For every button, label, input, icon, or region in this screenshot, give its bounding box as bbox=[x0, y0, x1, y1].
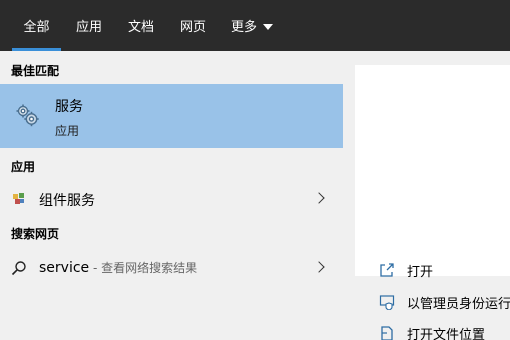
best-match-title: 服务 bbox=[55, 99, 83, 115]
preview-area bbox=[355, 65, 510, 276]
search-tab-bar: 全部 应用 文档 网页 更多 bbox=[0, 0, 510, 51]
tab-web[interactable]: 网页 bbox=[170, 0, 216, 51]
best-match-item[interactable]: 服务 应用 bbox=[0, 84, 343, 148]
tab-documents-label: 文档 bbox=[127, 20, 154, 35]
run-as-admin-label: 以管理员身份运行 bbox=[407, 297, 510, 312]
open-label: 打开 bbox=[407, 265, 434, 280]
tab-web-label: 网页 bbox=[179, 20, 206, 35]
preview-panel: 打开 以管理员身份运行 打开文件位置 bbox=[343, 51, 510, 340]
results-panel: 最佳匹配 服务 应用 应用 组件服务 搜索网页 service - 查看网络搜索… bbox=[0, 51, 343, 340]
web-search-result[interactable]: service - 查看网络搜索结果 bbox=[0, 250, 343, 286]
web-search-header: 搜索网页 bbox=[11, 227, 60, 241]
web-search-hint: - 查看网络搜索结果 bbox=[89, 261, 198, 275]
component-services-icon bbox=[13, 193, 24, 204]
file-location-icon bbox=[381, 326, 393, 340]
run-as-admin-icon bbox=[379, 295, 395, 310]
search-icon bbox=[11, 261, 26, 276]
web-search-query: service bbox=[39, 260, 90, 276]
app-result-label: 组件服务 bbox=[39, 193, 95, 209]
chevron-down-icon bbox=[263, 23, 273, 30]
best-match-header: 最佳匹配 bbox=[11, 64, 60, 78]
open-file-location-label: 打开文件位置 bbox=[407, 328, 486, 340]
web-search-text: service - 查看网络搜索结果 bbox=[39, 259, 197, 276]
open-icon bbox=[380, 263, 394, 277]
app-result-component-services[interactable]: 组件服务 bbox=[0, 181, 343, 217]
best-match-subtitle: 应用 bbox=[55, 124, 80, 138]
tab-more-label: 更多 bbox=[230, 20, 257, 35]
tab-apps[interactable]: 应用 bbox=[66, 0, 112, 51]
chevron-right-icon[interactable] bbox=[313, 261, 325, 273]
services-gear-icon bbox=[16, 104, 39, 127]
tab-more[interactable]: 更多 bbox=[222, 0, 282, 51]
tab-documents[interactable]: 文档 bbox=[118, 0, 164, 51]
tab-apps-label: 应用 bbox=[75, 20, 102, 35]
chevron-right-icon[interactable] bbox=[313, 192, 325, 204]
tab-all-label: 全部 bbox=[23, 20, 50, 35]
apps-header: 应用 bbox=[11, 160, 36, 174]
tab-all[interactable]: 全部 bbox=[12, 0, 61, 51]
